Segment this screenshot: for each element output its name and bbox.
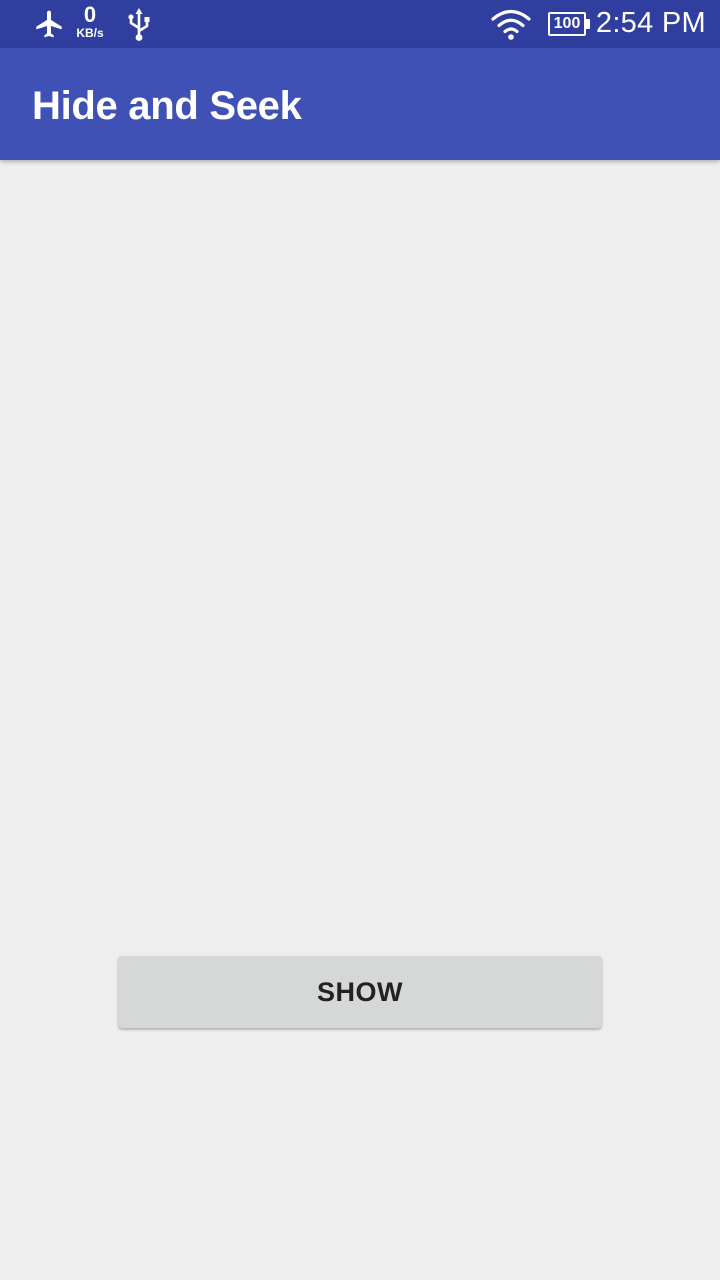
app-title: Hide and Seek — [32, 84, 302, 128]
battery-level: 100 — [548, 12, 586, 36]
battery-icon: 100 — [548, 12, 590, 36]
airplane-icon — [36, 10, 62, 38]
status-bar-clock: 2:54 PM — [595, 7, 706, 39]
status-bar: 0 KB/s 100 2:54 PM — [0, 0, 720, 48]
app-bar: Hide and Seek — [0, 48, 720, 160]
show-button[interactable]: SHOW — [118, 956, 602, 1028]
app-screen: 0 KB/s 100 2:54 PM Hide and Seek SHOW — [0, 0, 720, 1280]
network-speed-value: 0 — [83, 2, 97, 27]
wifi-icon — [491, 9, 531, 40]
usb-icon — [128, 8, 150, 41]
network-speed-indicator: 0 KB/s — [70, 2, 110, 40]
network-speed-unit: KB/s — [76, 26, 104, 40]
battery-tip — [586, 19, 590, 29]
